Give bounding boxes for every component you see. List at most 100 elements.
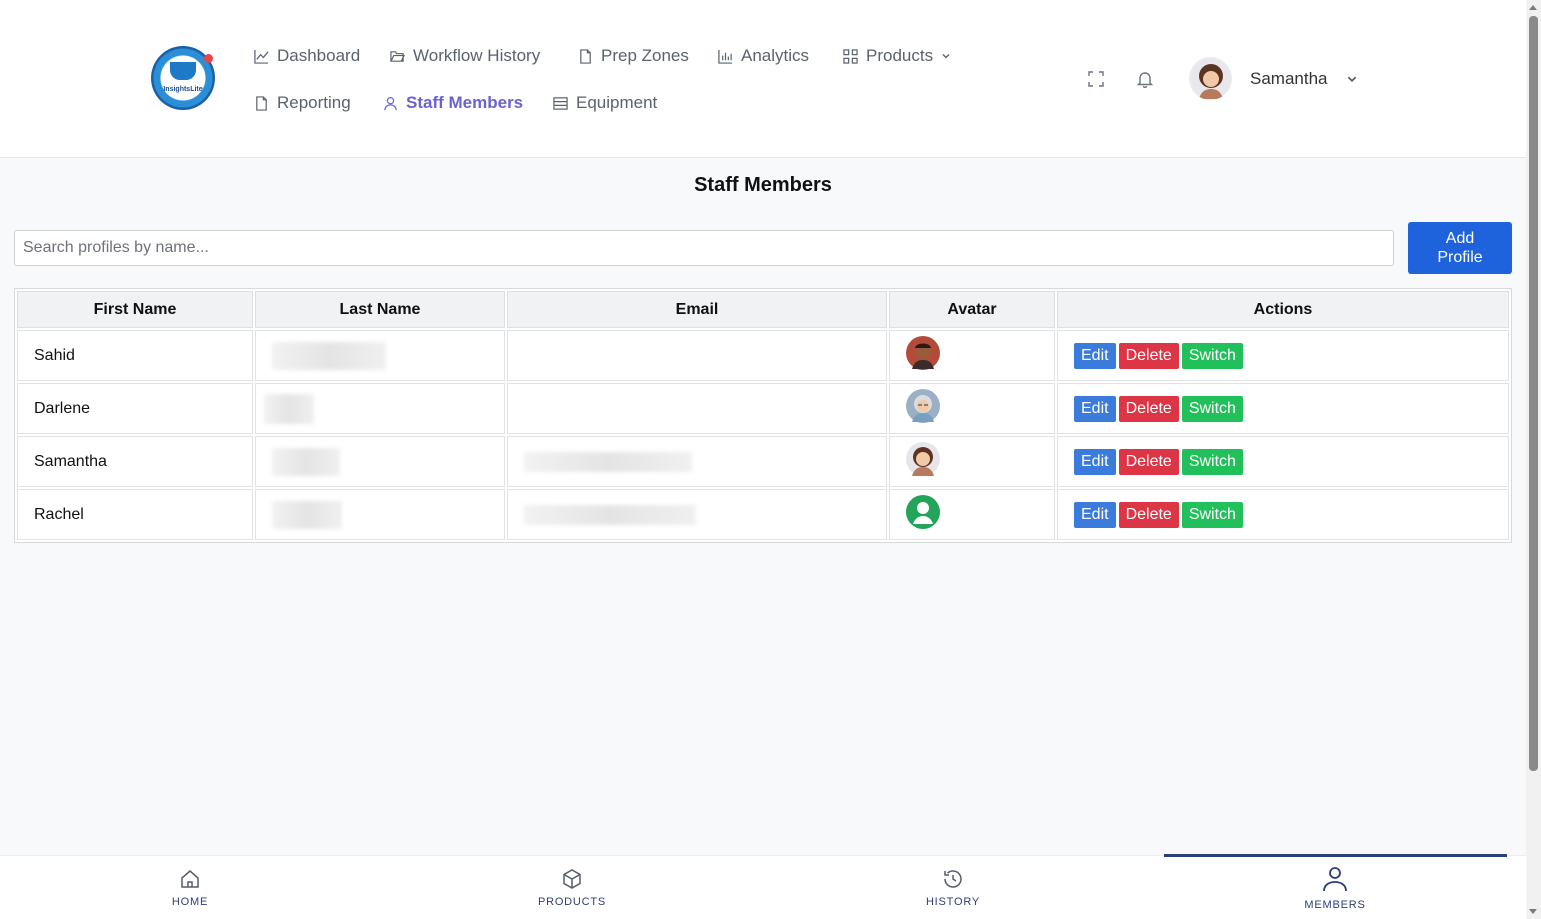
table-row: Rachel Edit Delete Switch [17,489,1509,540]
top-header: InsightsLite Dashboard Workflow History … [0,0,1526,158]
page-title: Staff Members [694,174,832,196]
tab-home[interactable]: HOME [90,856,290,919]
user-icon [1323,867,1347,892]
cell-email-redacted [507,489,887,540]
cell-first-name: Samantha [17,436,253,487]
edit-button[interactable]: Edit [1074,342,1116,369]
switch-button[interactable]: Switch [1181,501,1243,528]
tab-products[interactable]: PRODUCTS [472,856,672,919]
cell-first-name: Sahid [17,330,253,381]
table-row: Sahid Edit Delete Switch [17,330,1509,381]
history-icon [944,870,962,888]
tab-home-label: HOME [171,896,209,908]
switch-button[interactable]: Switch [1181,448,1243,475]
cell-email-empty [507,330,887,381]
home-icon [181,870,199,888]
delete-button[interactable]: Delete [1118,448,1179,475]
avatar-default-green-icon [906,495,940,529]
cell-last-name-redacted [255,383,505,434]
add-profile-label-line1: Add [1445,230,1475,247]
box-icon [563,869,581,889]
avatar-man-dark-icon [906,336,940,370]
nav-products[interactable]: Products [843,46,951,66]
logo-dot-icon [204,54,213,63]
nav-workflow-history[interactable]: Workflow History [390,46,540,66]
logo-text: InsightsLite [163,85,203,93]
switch-button[interactable]: Switch [1181,342,1243,369]
tab-history[interactable]: HISTORY [853,856,1053,919]
nav-prep-zones-label: Prep Zones [601,46,689,65]
list-icon [553,96,568,110]
fullscreen-icon[interactable] [1087,70,1105,88]
nav-analytics-label: Analytics [741,46,810,65]
nav-analytics[interactable]: Analytics [718,46,809,66]
nav-dashboard-label: Dashboard [277,46,361,65]
search-input[interactable] [14,230,1394,266]
tab-history-label: HISTORY [925,896,981,908]
cell-first-name: Rachel [17,489,253,540]
file-icon [580,48,591,64]
user-name: Samantha [1250,68,1328,88]
cell-email-empty [507,383,887,434]
logo-cup-icon [170,62,196,80]
edit-button[interactable]: Edit [1074,395,1116,422]
cell-actions: Edit Delete Switch [1057,489,1509,540]
header-email: Email [507,291,887,328]
nav-staff-members[interactable]: Staff Members [383,93,523,113]
add-profile-button[interactable]: Add Profile [1408,222,1512,274]
header-last-name: Last Name [255,291,505,328]
edit-button[interactable]: Edit [1074,501,1116,528]
nav-reporting-label: Reporting [277,93,351,112]
nav-reporting[interactable]: Reporting [254,93,351,113]
header-actions: Actions [1057,291,1509,328]
nav-staff-members-label: Staff Members [406,93,524,112]
tab-members[interactable]: MEMBERS [1164,854,1507,919]
delete-button[interactable]: Delete [1118,342,1179,369]
user-menu[interactable]: Samantha [1189,57,1358,100]
edit-button[interactable]: Edit [1074,448,1116,475]
delete-button[interactable]: Delete [1118,501,1179,528]
tab-members-label: MEMBERS [1304,899,1366,911]
scroll-down-arrow-icon[interactable] [1529,909,1537,914]
nav-dashboard[interactable]: Dashboard [254,46,360,66]
nav-prep-zones[interactable]: Prep Zones [578,46,689,66]
grid-icon [843,48,858,64]
nav-equipment-label: Equipment [576,93,658,112]
scroll-up-arrow-icon[interactable] [1529,5,1537,10]
user-avatar [1189,57,1232,100]
nav-workflow-history-label: Workflow History [413,46,541,65]
switch-button[interactable]: Switch [1181,395,1243,422]
nav-equipment[interactable]: Equipment [553,93,657,113]
table-row: Darlene Edit Delete Switch [17,383,1509,434]
delete-button[interactable]: Delete [1118,395,1179,422]
header-first-name: First Name [17,291,253,328]
cell-avatar [889,330,1055,381]
header-avatar: Avatar [889,291,1055,328]
woman-avatar-icon [1190,58,1231,99]
scrollbar-thumb[interactable] [1529,16,1538,771]
staff-table: First Name Last Name Email Avatar Action… [14,288,1512,543]
avatar-woman-grey-icon [906,389,940,423]
cell-avatar [889,383,1055,434]
file-icon [256,95,267,111]
chevron-down-icon [1347,76,1356,82]
tab-products-label: PRODUCTS [537,896,607,908]
cell-email-redacted [507,436,887,487]
cell-avatar [889,436,1055,487]
scrollbar[interactable] [1526,0,1541,919]
app-logo[interactable]: InsightsLite [151,46,215,110]
cell-last-name-redacted [255,436,505,487]
cell-actions: Edit Delete Switch [1057,383,1509,434]
bar-chart-icon [718,49,733,64]
cell-first-name: Darlene [17,383,253,434]
cell-actions: Edit Delete Switch [1057,436,1509,487]
nav-products-label: Products [866,46,934,65]
bell-icon[interactable] [1136,70,1154,88]
user-icon [384,96,397,110]
cell-last-name-redacted [255,489,505,540]
chart-line-icon [254,49,269,64]
avatar-woman-brown-icon [906,442,940,476]
bottom-nav: HOME PRODUCTS HISTORY MEMBERS [0,854,1526,919]
add-profile-label-line2: Profile [1437,249,1483,266]
cell-last-name-redacted [255,330,505,381]
